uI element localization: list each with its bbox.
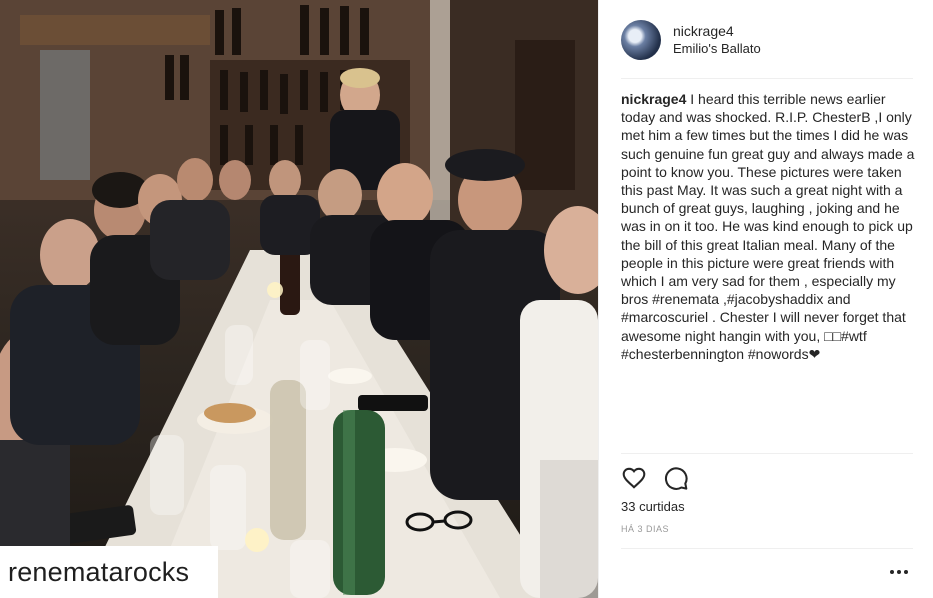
footer-divider [621, 548, 913, 549]
caption-text: I heard this terrible news earlier today… [621, 91, 915, 362]
photo-watermark: renematarocks [0, 546, 218, 598]
more-options-icon[interactable] [887, 560, 911, 584]
heart-icon[interactable] [621, 465, 647, 491]
header-divider [621, 78, 913, 79]
wood-beam [20, 15, 210, 45]
author-info: nickrage4 Emilio's Ballato [673, 22, 761, 58]
plate-2 [328, 368, 372, 384]
phone-on-table [358, 395, 428, 411]
post-timestamp: HÁ 3 DIAS [621, 524, 670, 534]
post-details-panel: nickrage4 Emilio's Ballato nickrage4 I h… [598, 0, 933, 598]
caption-username[interactable]: nickrage4 [621, 91, 686, 107]
pillar [430, 0, 450, 220]
candle-light [245, 528, 269, 552]
post-actions [621, 463, 689, 493]
glass-bottle [270, 380, 306, 540]
actions-divider [621, 453, 913, 454]
bread [204, 403, 256, 423]
post-header: nickrage4 Emilio's Ballato [621, 18, 913, 62]
post-photo[interactable]: renematarocks [0, 0, 598, 598]
author-username[interactable]: nickrage4 [673, 22, 761, 40]
post-caption: nickrage4 I heard this terrible news ear… [621, 90, 915, 363]
decor-panel [40, 50, 90, 180]
post-location[interactable]: Emilio's Ballato [673, 40, 761, 58]
likes-count[interactable]: 33 curtidas [621, 499, 685, 514]
restaurant-group-photo [0, 0, 598, 598]
avatar[interactable] [621, 20, 661, 60]
comment-icon[interactable] [663, 465, 689, 491]
green-water-bottle [333, 410, 385, 595]
